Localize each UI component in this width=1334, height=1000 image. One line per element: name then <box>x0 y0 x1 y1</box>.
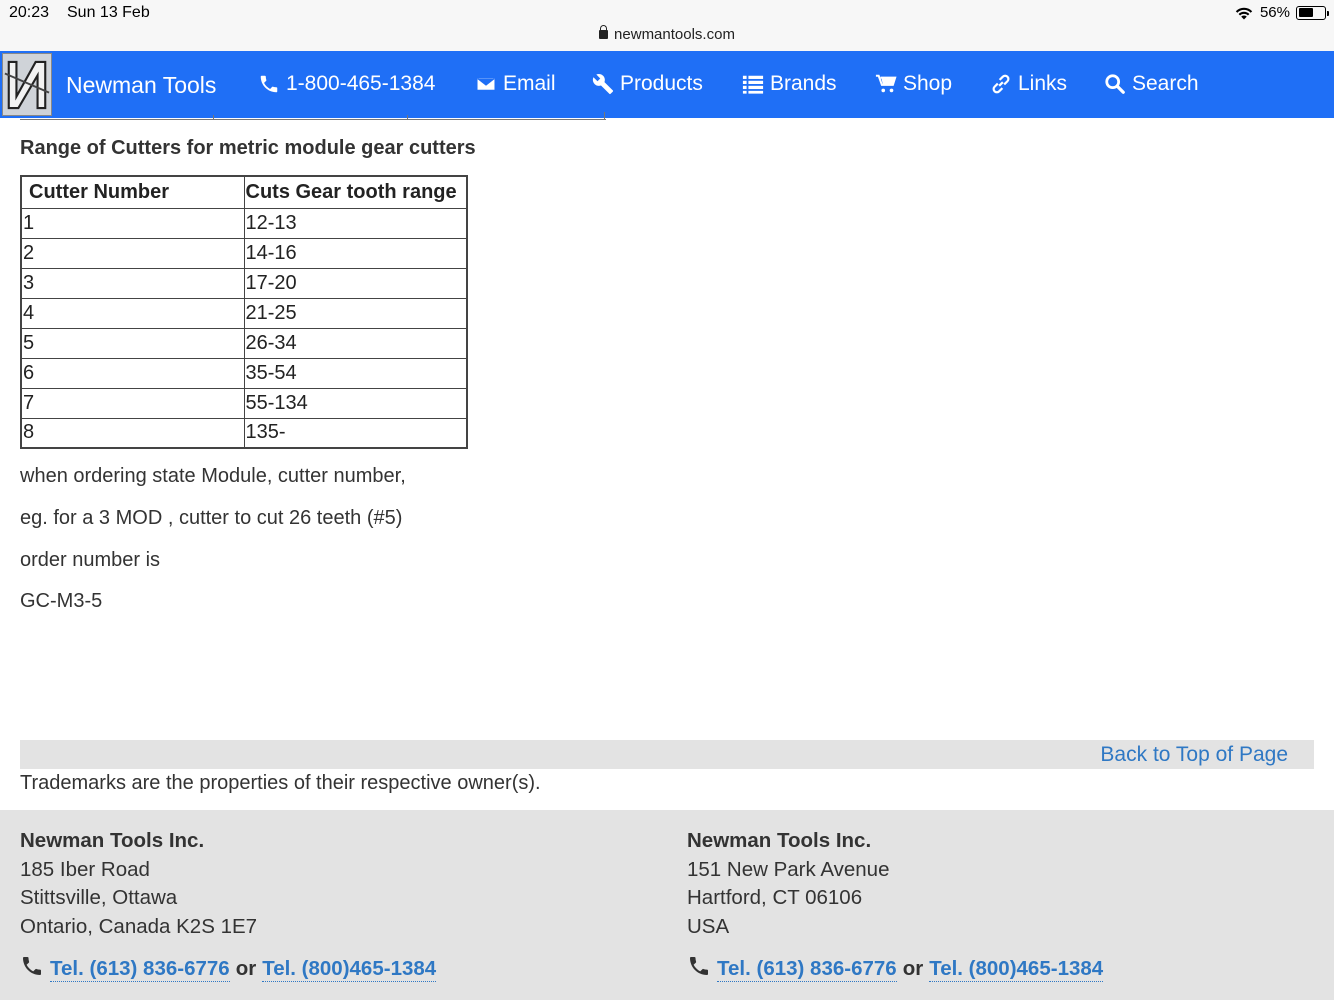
phone-icon <box>687 954 711 984</box>
table-row: 8 135- <box>20 417 468 449</box>
nav-brands[interactable]: Brands <box>742 72 837 96</box>
logo-icon <box>3 54 51 115</box>
order-number-value: GC-M3-5 <box>20 590 103 612</box>
newman-tools-logo[interactable] <box>2 53 52 116</box>
cell-tooth-range: 55-134 <box>243 387 468 419</box>
tel-link-local[interactable]: Tel. (613) 836-6776 <box>717 957 897 982</box>
address-line: 185 Iber Road <box>20 857 150 881</box>
address-bar[interactable]: newmantools.com <box>0 25 1334 43</box>
back-to-top-bar: Back to Top of Page <box>20 740 1314 769</box>
status-time: 20:23 <box>9 4 50 21</box>
nav-brands-label: Brands <box>770 72 837 95</box>
battery-icon <box>1296 5 1329 20</box>
table-row: 2 14-16 <box>20 237 468 269</box>
cell-cutter-number: 5 <box>20 327 245 359</box>
phone-icon <box>258 73 280 95</box>
wifi-icon <box>1235 7 1253 19</box>
company-name: Newman Tools Inc. <box>20 829 205 852</box>
nav-links-label: Links <box>1018 72 1068 95</box>
tel-link-tollfree[interactable]: Tel. (800)465-1384 <box>929 957 1104 982</box>
cell-cutter-number: 8 <box>20 417 245 449</box>
ordering-example: eg. for a 3 MOD , cutter to cut 26 teeth… <box>20 507 403 529</box>
nav-shop-label: Shop <box>903 72 953 95</box>
footer-phone-row-usa: Tel. (613) 836-6776 or Tel. (800)465-138… <box>687 954 1104 984</box>
or-separator: or <box>902 957 924 980</box>
nav-search[interactable]: Search <box>1104 72 1199 96</box>
cell-tooth-range: 12-13 <box>243 207 468 239</box>
lock-icon <box>599 25 609 39</box>
table-row: 1 12-13 <box>20 207 468 239</box>
cell-tooth-range: 21-25 <box>243 297 468 329</box>
address-line: Hartford, CT 06106 <box>687 886 863 909</box>
cell-cutter-number: 4 <box>20 297 245 329</box>
cell-cutter-number: 2 <box>20 237 245 269</box>
search-icon <box>1104 73 1126 95</box>
table-row: 5 26-34 <box>20 327 468 359</box>
address-line: USA <box>687 914 730 938</box>
nav-products[interactable]: Products <box>592 72 703 96</box>
table-row: 4 21-25 <box>20 297 468 329</box>
footer-address-canada: Newman Tools Inc. 185 Iber Road Stittsvi… <box>20 827 257 941</box>
table-row: 6 35-54 <box>20 357 468 389</box>
cell-tooth-range: 35-54 <box>243 357 468 389</box>
order-number-label: order number is <box>20 549 161 571</box>
status-bar: 20:23 Sun 13 Feb newmantools.com 56% <box>0 0 1334 51</box>
table-row: 3 17-20 <box>20 267 468 299</box>
nav-phone-label: 1-800-465-1384 <box>286 72 436 95</box>
nav-email-label: Email <box>503 72 556 95</box>
cell-cutter-number: 3 <box>20 267 245 299</box>
or-separator: or <box>235 957 257 980</box>
tel-link-local[interactable]: Tel. (613) 836-6776 <box>50 957 230 982</box>
column-header-tooth-range: Cuts Gear tooth range <box>243 175 468 209</box>
previous-table-corner <box>604 112 605 120</box>
list-icon <box>742 73 764 95</box>
company-name: Newman Tools Inc. <box>687 829 872 852</box>
table-header-row: Cutter Number Cuts Gear tooth range <box>20 175 468 209</box>
cell-cutter-number: 6 <box>20 357 245 389</box>
battery-percent: 56% <box>1259 4 1290 21</box>
cell-tooth-range: 26-34 <box>243 327 468 359</box>
cart-icon <box>875 73 897 95</box>
tel-link-tollfree[interactable]: Tel. (800)465-1384 <box>262 957 437 982</box>
nav-products-label: Products <box>620 72 703 95</box>
link-icon <box>990 73 1012 95</box>
ordering-instructions: when ordering state Module, cutter numbe… <box>20 465 406 487</box>
nav-search-label: Search <box>1132 72 1199 95</box>
section-title: Range of Cutters for metric module gear … <box>20 137 476 159</box>
url-text: newmantools.com <box>614 26 735 43</box>
cell-cutter-number: 7 <box>20 387 245 419</box>
envelope-icon <box>475 73 497 95</box>
table-row: 7 55-134 <box>20 387 468 419</box>
cell-tooth-range: 14-16 <box>243 237 468 269</box>
cutter-range-table: Cutter Number Cuts Gear tooth range 1 12-… <box>20 175 468 449</box>
cell-tooth-range: 135- <box>243 417 468 449</box>
battery-level <box>1298 8 1313 17</box>
previous-table-edge <box>20 115 606 120</box>
cell-tooth-range: 17-20 <box>243 267 468 299</box>
wrench-icon <box>592 73 614 95</box>
footer-address-usa: Newman Tools Inc. 151 New Park Avenue Ha… <box>687 827 889 941</box>
site-navbar: Newman Tools 1-800-465-1384 Email Produc… <box>0 51 1334 118</box>
address-line: Stittsville, Ottawa <box>20 886 178 909</box>
status-indicators: 56% <box>1234 4 1329 21</box>
brand-link[interactable]: Newman Tools <box>66 72 216 99</box>
trademarks-notice: Trademarks are the properties of their r… <box>20 772 541 794</box>
site-footer: Newman Tools Inc. 185 Iber Road Stittsvi… <box>0 810 1334 1000</box>
nav-links[interactable]: Links <box>990 72 1067 96</box>
nav-shop[interactable]: Shop <box>875 72 952 96</box>
nav-phone[interactable]: 1-800-465-1384 <box>258 72 435 96</box>
address-line: 151 New Park Avenue <box>687 857 890 881</box>
cell-cutter-number: 1 <box>20 207 245 239</box>
back-to-top-link[interactable]: Back to Top of Page <box>1100 743 1288 767</box>
column-header-cutter-number: Cutter Number <box>20 175 245 209</box>
phone-icon <box>20 954 44 984</box>
footer-phone-row-canada: Tel. (613) 836-6776 or Tel. (800)465-138… <box>20 954 437 984</box>
address-line: Ontario, Canada K2S 1E7 <box>20 914 258 938</box>
status-date: Sun 13 Feb <box>67 4 150 21</box>
nav-email[interactable]: Email <box>475 72 556 96</box>
